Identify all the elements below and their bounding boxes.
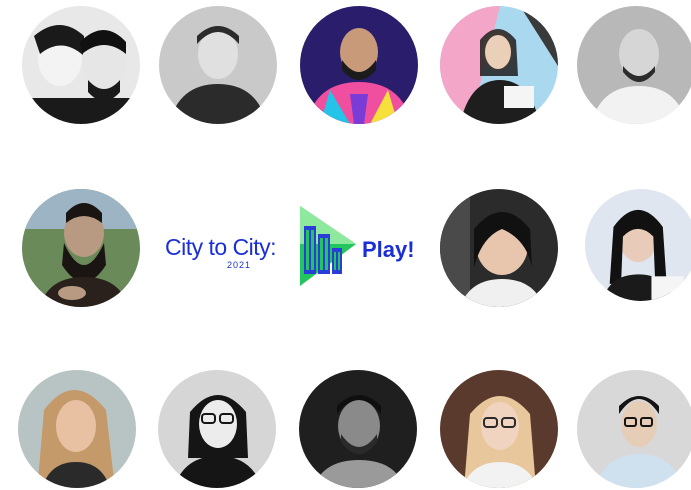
speaker-avatar-1	[22, 6, 140, 124]
speaker-avatar-2	[159, 6, 277, 124]
speaker-avatar-12	[440, 370, 558, 488]
speaker-avatar-7	[440, 189, 558, 307]
logo-year: 2021	[227, 260, 252, 270]
logo-left-text: City to City:	[165, 234, 277, 260]
play-building-icon	[300, 206, 356, 286]
speaker-avatar-10	[158, 370, 276, 488]
speaker-avatar-5	[577, 6, 691, 124]
speaker-avatar-4	[440, 6, 558, 124]
city-to-city-play-logo: City to City: 2021 Play!	[165, 204, 427, 288]
speaker-avatar-3	[300, 6, 418, 124]
speaker-avatar-6	[22, 189, 140, 307]
logo-play-text: Play!	[362, 237, 415, 262]
speaker-avatar-11	[299, 370, 417, 488]
speaker-avatar-8	[585, 189, 691, 301]
speaker-avatar-13	[577, 370, 691, 488]
speaker-avatar-9	[18, 370, 136, 488]
